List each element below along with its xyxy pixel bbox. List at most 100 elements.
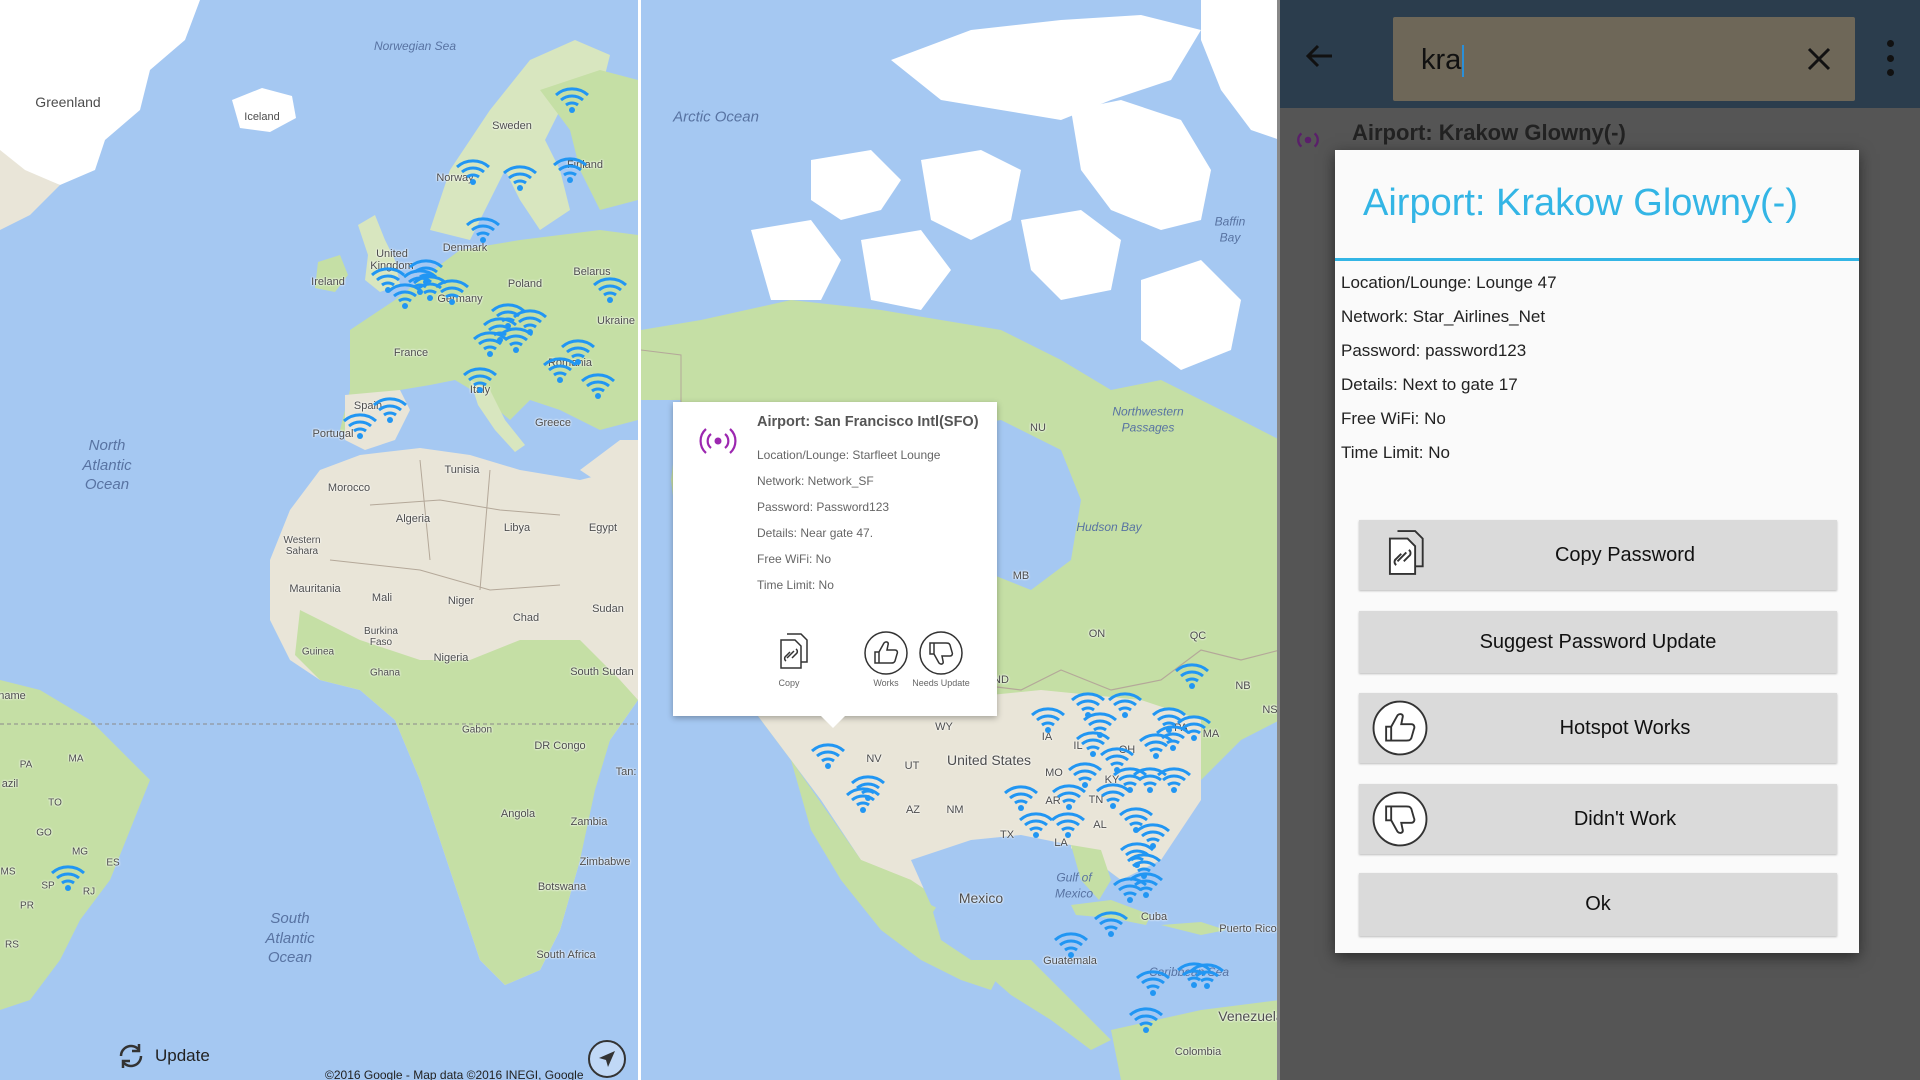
label-state-ma: MA: [68, 753, 84, 765]
wifi-hotspot-marker[interactable]: [552, 155, 588, 185]
navigation-arrow-icon: [599, 1051, 615, 1067]
label-al: AL: [1093, 819, 1107, 831]
dialog-line-location: Location/Lounge: Lounge 47: [1341, 273, 1557, 292]
wifi-hotspot-marker[interactable]: [1030, 705, 1066, 735]
wifi-hotspot-marker[interactable]: [1156, 765, 1192, 795]
wifi-hotspot-marker[interactable]: [465, 215, 501, 245]
update-button[interactable]: Update: [115, 1040, 210, 1072]
popup-copy-button[interactable]: Copy: [759, 630, 819, 688]
wifi-hotspot-marker[interactable]: [50, 863, 86, 893]
wifi-hotspot-marker[interactable]: [1050, 810, 1086, 840]
copy-document-icon: [1388, 530, 1424, 575]
label-az: AZ: [905, 804, 921, 816]
wifi-hotspot-marker[interactable]: [1174, 661, 1210, 691]
dialog-line-details: Details: Next to gate 17: [1341, 375, 1518, 394]
wifi-hotspot-marker[interactable]: [810, 741, 846, 771]
label-suriname: name: [0, 690, 26, 702]
thumbs-up-icon: [864, 631, 908, 675]
wifi-hotspot-marker[interactable]: [472, 329, 508, 359]
label-mo: MO: [1045, 767, 1063, 779]
label-mali: Mali: [371, 592, 393, 604]
hotspot-works-button[interactable]: Hotspot Works: [1359, 693, 1837, 763]
popup-copy-label: Copy: [778, 678, 800, 688]
copy-password-label: Copy Password: [1554, 543, 1696, 566]
wifi-hotspot-marker[interactable]: [1128, 1005, 1164, 1035]
label-on: ON: [1088, 628, 1106, 640]
didnt-work-button[interactable]: Didn't Work: [1359, 784, 1837, 854]
label-ghana: Ghana: [369, 667, 401, 679]
wifi-hotspot-marker[interactable]: [1051, 782, 1087, 812]
label-gabon: Gabon: [461, 724, 493, 736]
close-icon[interactable]: [1801, 41, 1837, 77]
label-ns: NS: [1262, 704, 1278, 716]
wifi-hotspot-marker[interactable]: [554, 85, 590, 115]
menu-dot: [1886, 69, 1894, 76]
hotspot-signal-icon: [699, 428, 737, 454]
map-copyright: ©2016 Google - Map data ©2016 INEGI, Goo…: [325, 1068, 584, 1080]
update-label: Update: [155, 1046, 210, 1065]
map-north-america[interactable]: Arctic Ocean Baffin Bay Northwestern Pas…: [641, 0, 1280, 1080]
wifi-hotspot-marker[interactable]: [387, 281, 423, 311]
label-colombia: Colombia: [1174, 1046, 1222, 1058]
thumbs-up-icon: [1372, 700, 1428, 756]
dialog-title: Airport: Krakow Glowny(-): [1363, 182, 1798, 224]
overflow-menu-button[interactable]: [1883, 40, 1897, 76]
label-mexico: Mexico: [958, 890, 1004, 906]
ok-button[interactable]: Ok: [1359, 873, 1837, 936]
label-tx: TX: [999, 829, 1015, 841]
hotspot-works-label: Hotspot Works: [1559, 716, 1691, 739]
wifi-hotspot-marker[interactable]: [462, 365, 498, 395]
label-mb: MB: [1012, 570, 1030, 582]
label-france: France: [393, 347, 429, 359]
label-baffin-bay: Baffin Bay: [1214, 214, 1246, 244]
copy-document-icon: [780, 633, 808, 669]
my-location-button[interactable]: [588, 1040, 626, 1078]
wifi-hotspot-marker[interactable]: [1003, 783, 1039, 813]
label-brazil: azil: [1, 778, 19, 790]
popup-line: Password: Password123: [757, 500, 890, 514]
copy-password-button[interactable]: Copy Password: [1359, 520, 1837, 590]
wifi-hotspot-marker[interactable]: [1155, 723, 1191, 753]
label-botswana: Botswana: [537, 881, 587, 893]
wifi-hotspot-marker[interactable]: [1093, 909, 1129, 939]
wifi-hotspot-marker[interactable]: [342, 411, 378, 441]
label-dr-congo: DR Congo: [534, 740, 586, 752]
label-qc: QC: [1189, 630, 1207, 642]
wifi-hotspot-marker[interactable]: [580, 371, 616, 401]
label-niger: Niger: [447, 595, 475, 607]
label-greece: Greece: [534, 417, 572, 429]
airport-details-dialog: Airport: Krakow Glowny(-) Location/Loung…: [1335, 150, 1859, 953]
wifi-hotspot-marker[interactable]: [502, 163, 538, 193]
wifi-hotspot-marker[interactable]: [455, 157, 491, 187]
wifi-hotspot-marker[interactable]: [1112, 875, 1148, 905]
label-guinea: Guinea: [301, 646, 335, 658]
label-mauritania: Mauritania: [289, 583, 341, 595]
back-arrow-icon[interactable]: [1302, 38, 1338, 74]
wifi-hotspot-marker[interactable]: [845, 785, 881, 815]
popup-needs-update-button[interactable]: Needs Update: [911, 630, 971, 688]
wifi-hotspot-marker[interactable]: [542, 355, 578, 385]
label-north-atlantic: North Atlantic Ocean: [82, 436, 132, 493]
label-libya: Libya: [503, 522, 531, 534]
suggest-password-update-button[interactable]: Suggest Password Update: [1359, 611, 1837, 673]
refresh-icon: [119, 1044, 143, 1068]
wifi-hotspot-marker[interactable]: [1189, 961, 1225, 991]
label-nb: NB: [1235, 680, 1251, 692]
wifi-hotspot-marker[interactable]: [1135, 968, 1171, 998]
popup-works-button[interactable]: Works: [856, 630, 916, 688]
dialog-line-free-wifi: Free WiFi: No: [1341, 409, 1446, 428]
airport-info-popup[interactable]: Airport: San Francisco Intl(SFO) Locatio…: [673, 402, 997, 728]
label-chad: Chad: [512, 612, 540, 624]
map-europe-africa[interactable]: Greenland Iceland Norwegian Sea Sweden F…: [0, 0, 638, 1080]
label-hudson-bay: Hudson Bay: [1076, 520, 1142, 535]
wifi-hotspot-marker[interactable]: [1018, 810, 1054, 840]
search-input[interactable]: kra: [1393, 17, 1855, 101]
wifi-hotspot-marker[interactable]: [592, 275, 628, 305]
popup-line: Free WiFi: No: [757, 552, 832, 566]
dialog-line-time-limit: Time Limit: No: [1341, 443, 1450, 462]
wifi-hotspot-marker[interactable]: [434, 277, 470, 307]
label-angola: Angola: [500, 808, 536, 820]
label-greenland: Greenland: [35, 94, 101, 110]
wifi-hotspot-marker[interactable]: [1053, 930, 1089, 960]
label-nu: NU: [1030, 422, 1046, 434]
